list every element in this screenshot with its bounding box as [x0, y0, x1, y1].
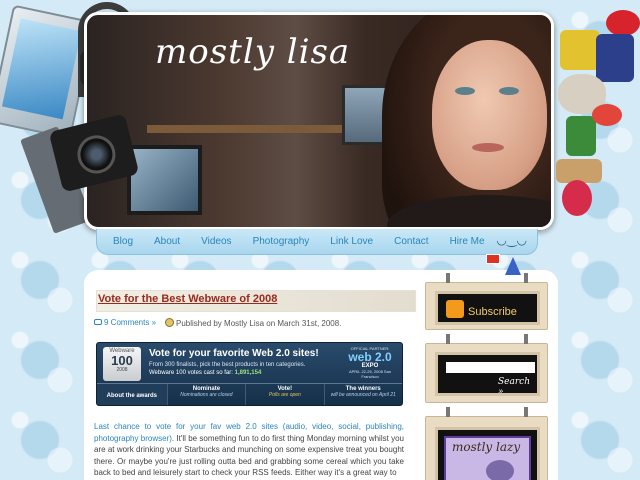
shelf [147, 125, 357, 133]
banner-votes: Webware 100 votes cast so far: 1,891,154 [149, 370, 261, 376]
nav-blog[interactable]: Blog [113, 236, 133, 247]
cell-title: About the awards [106, 393, 158, 399]
glasses-icon: ◡‿◡ [496, 233, 527, 247]
nav-photography[interactable]: Photography [253, 236, 310, 247]
search-input[interactable] [446, 362, 535, 373]
expo-logo: OFFICIAL PARTNER: web 2.0 EXPO APRIL 22-… [344, 346, 396, 379]
subscribe-board[interactable]: Subscribe [435, 291, 540, 325]
cell-winners[interactable]: The winners will be announced on April 2… [325, 384, 402, 405]
clock-icon [165, 318, 174, 327]
comments-meta: 9 Comments » [94, 318, 156, 327]
toys-decoration [556, 4, 640, 224]
logo-card: mostly lazy [425, 407, 548, 480]
comments-link[interactable]: 9 Comments » [104, 318, 156, 327]
banner-cells: About the awards Nominate Nominations ar… [97, 383, 402, 405]
badge-number: 100 [111, 353, 133, 368]
webware-100-badge: Webware 100 2008 [103, 347, 141, 381]
votes-count: 1,891,154 [234, 370, 262, 376]
portrait-eye-right [499, 87, 519, 95]
webware-banner[interactable]: Webware 100 2008 Vote for your favorite … [96, 342, 403, 406]
mostly-lazy-badge[interactable]: mostly lazy [435, 427, 540, 480]
search-card: Search » [425, 334, 548, 403]
nav-about[interactable]: About [154, 236, 180, 247]
toy-box-blue [596, 34, 634, 82]
flag-icon [486, 254, 500, 264]
cell-vote[interactable]: Vote! Polls are open [246, 384, 325, 405]
expo-date: APRIL 22-25, 2008 San Francisco [348, 369, 392, 379]
site-title[interactable]: mostly lisa [155, 32, 350, 72]
camera-lens [73, 131, 120, 178]
subscribe-label: Subscribe [468, 306, 517, 318]
cell-about-awards[interactable]: About the awards [97, 384, 168, 405]
toy-red [592, 104, 622, 126]
cell-sub: Polls are open [268, 392, 301, 398]
pin [524, 273, 528, 283]
mostly-lazy-logo: mostly lazy [444, 436, 531, 480]
post-body: Last chance to vote for your fav web 2.0… [94, 421, 404, 479]
toy-green [566, 116, 596, 156]
pin [446, 273, 450, 283]
banner-headline: Vote for your favorite Web 2.0 sites! [149, 348, 319, 359]
critter-icon [486, 460, 514, 480]
published-text: Published by Mostly Lisa on March 31st, … [176, 319, 342, 328]
portrait-eye-left [455, 87, 475, 95]
toy-box-yellow [560, 30, 600, 70]
search-board: Search » [435, 352, 540, 397]
main-nav: Blog About Videos Photography Link Love … [96, 229, 538, 255]
monitor-decoration [127, 145, 202, 215]
gnome-icon [505, 257, 521, 275]
pin [446, 334, 450, 344]
nav-videos[interactable]: Videos [201, 236, 231, 247]
badge-year: 2008 [116, 367, 128, 373]
nav-hire-me[interactable]: Hire Me [450, 236, 485, 247]
portrait-lips [472, 143, 504, 152]
portrait-face [432, 40, 547, 190]
post-title[interactable]: Vote for the Best Webware of 2008 [98, 293, 277, 305]
cell-sub: will be announced on April 21 [330, 392, 396, 398]
comment-bubble-icon [94, 319, 102, 325]
toy-flower [562, 180, 592, 216]
nav-link-love[interactable]: Link Love [330, 236, 373, 247]
red-ball-decoration [606, 10, 640, 36]
pin [524, 334, 528, 344]
published-meta: Published by Mostly Lisa on March 31st, … [165, 318, 341, 328]
expo-big: web 2.0 [348, 350, 392, 364]
nav-contact[interactable]: Contact [394, 236, 428, 247]
rss-icon [446, 300, 464, 318]
cell-sub: Nominations are closed [180, 392, 233, 398]
votes-prefix: Webware 100 votes cast so far: [149, 370, 233, 376]
pin [524, 407, 528, 417]
search-button[interactable]: Search » [498, 377, 537, 397]
logo-text: mostly lazy [452, 440, 521, 454]
banner-subline: From 300 finalists, pick the best produc… [149, 362, 306, 368]
pin [446, 407, 450, 417]
cell-nominate[interactable]: Nominate Nominations are closed [168, 384, 247, 405]
subscribe-card: Subscribe [425, 273, 548, 330]
laptop-screen [1, 18, 82, 120]
